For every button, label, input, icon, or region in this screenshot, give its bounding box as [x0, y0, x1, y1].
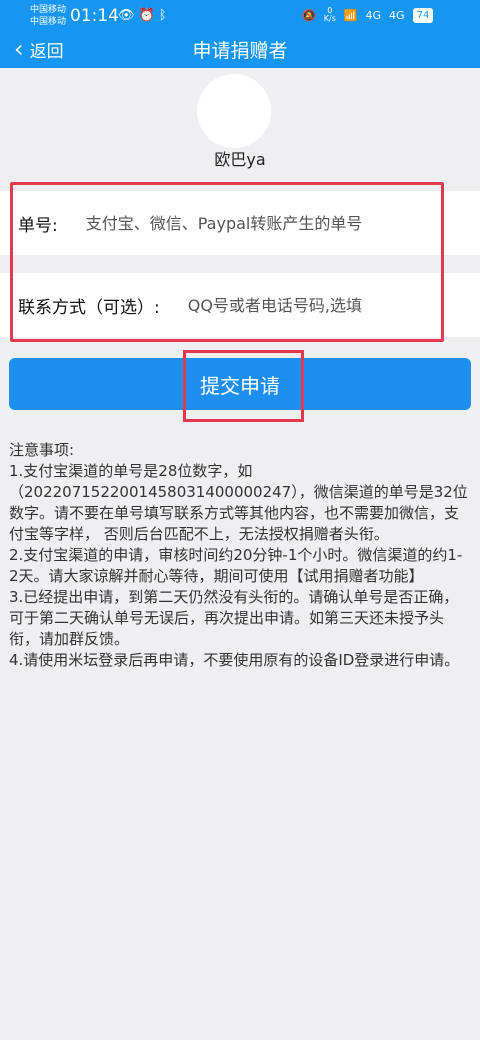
bluetooth-icon: ᛒ — [158, 8, 171, 23]
order-number-input[interactable] — [85, 203, 436, 243]
carrier-labels: 中国移动 中国移动 — [30, 4, 66, 28]
network-speed: 0 K/s — [324, 7, 336, 23]
wifi-icon: 📶 — [343, 8, 358, 22]
avatar — [197, 74, 271, 148]
notes-item-4: 4.请使用米坛登录后再申请，不要使用原有的设备ID登录进行申请。 — [9, 651, 460, 669]
battery-indicator: 74 — [412, 7, 434, 23]
carrier-2: 中国移动 — [30, 17, 67, 27]
nav-bar: ‹ 返回 申请捐赠者 — [0, 32, 480, 68]
contact-row: 联系方式（可选）: — [0, 273, 480, 337]
page-title: 申请捐赠者 — [192, 40, 288, 62]
status-icons-right: 🔕 0 K/s 📶 4G 4G 74 — [302, 7, 434, 23]
notes-section: 注意事项: 1.支付宝渠道的单号是28位数字，如（202207152200145… — [9, 440, 471, 671]
carrier-1: 中国移动 — [30, 5, 67, 15]
mute-icon: 🔕 — [302, 8, 316, 22]
signal-2: 4G — [389, 8, 405, 22]
contact-input[interactable] — [187, 285, 428, 325]
status-time: 01:14 — [70, 6, 119, 26]
network-speed-unit: K/s — [323, 14, 336, 23]
alarm-icon: ⏰ — [138, 8, 159, 23]
notes-item-1: 1.支付宝渠道的单号是28位数字，如（202207152200145803140… — [9, 462, 468, 543]
order-number-row: 单号: — [0, 191, 480, 255]
signal-1: 4G — [365, 8, 382, 22]
username: 欧巴ya — [214, 150, 266, 169]
contact-label: 联系方式（可选）: — [18, 297, 160, 318]
notes-item-2: 2.支付宝渠道的申请，审核时间约20分钟-1个小时。微信渠道的约1-2天。请大家… — [9, 546, 463, 585]
eye-icon: 👁 — [118, 8, 139, 23]
notes-title: 注意事项: — [9, 441, 75, 459]
order-number-label: 单号: — [18, 215, 58, 236]
notes-item-3: 3.已经提出申请，到第二天仍然没有头衔的。请确认单号是否正确，可于第二天确认单号… — [9, 588, 459, 648]
status-icons-left: 👁⏰ᛒ — [118, 8, 171, 23]
status-bar: 中国移动 中国移动 01:14 👁⏰ᛒ 🔕 0 K/s 📶 4G 4G 74 — [0, 0, 480, 32]
submit-button[interactable]: 提交申请 — [9, 358, 471, 410]
